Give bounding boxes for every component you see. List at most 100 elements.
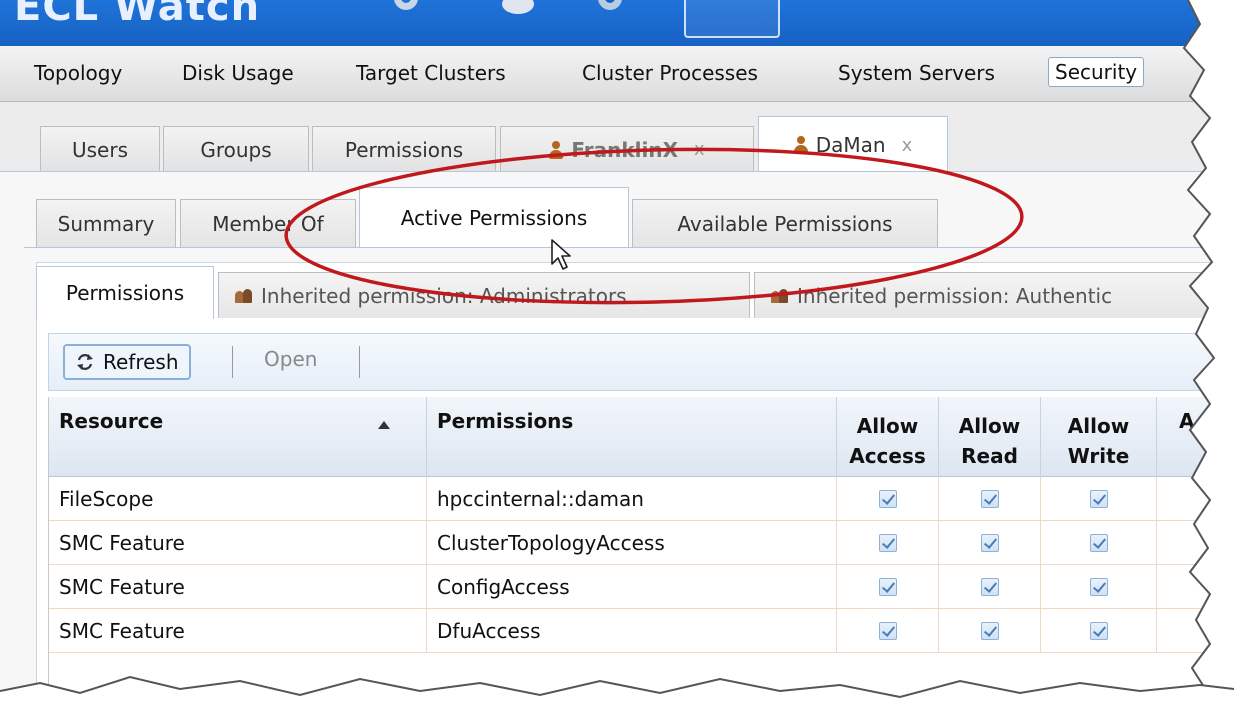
allow-write-checkbox[interactable] (1089, 490, 1108, 508)
tab-label: Groups (200, 137, 272, 162)
table-row[interactable]: SMC Feature DfuAccess (49, 609, 1234, 653)
database-icon[interactable] (498, 0, 538, 18)
grid-header: Resource Permissions Allow Access Allow … (49, 397, 1234, 477)
table-row[interactable]: SMC Feature ClusterTopologyAccess (49, 521, 1234, 565)
checkbox-cell (939, 609, 1041, 653)
checkbox-cell (1157, 521, 1234, 565)
tab-users[interactable]: Users (40, 126, 160, 172)
tab-label: Permissions (65, 281, 185, 305)
allow-read-checkbox[interactable] (980, 490, 999, 508)
menu-item-topology[interactable]: Topology (28, 59, 128, 87)
permissions-toolbar: Refresh Open (48, 333, 1234, 391)
menu-item-system-servers[interactable]: System Servers (832, 59, 1001, 87)
allow-write-checkbox[interactable] (1089, 578, 1108, 596)
tab-label: DaMan (815, 133, 886, 157)
tab-label: Inherited permission: Authentic (797, 283, 1113, 308)
allow-access-checkbox[interactable] (878, 534, 897, 552)
tab-groups[interactable]: Groups (163, 126, 309, 172)
tab-daman[interactable]: DaMan x (758, 116, 948, 173)
toolbar-separator (359, 346, 360, 378)
cell-resource: SMC Feature (49, 521, 427, 565)
allow-read-checkbox[interactable] (980, 578, 999, 596)
menu-item-cluster-processes[interactable]: Cluster Processes (576, 59, 764, 87)
allow-access-checkbox[interactable] (878, 490, 897, 508)
checkbox-cell (939, 477, 1041, 521)
checkbox-cell (1157, 609, 1234, 653)
toolbar-separator (232, 346, 233, 378)
allow-read-checkbox[interactable] (980, 534, 999, 552)
cell-resource: SMC Feature (49, 609, 427, 653)
column-header-resource[interactable]: Resource (49, 397, 427, 477)
checkbox-cell (837, 565, 939, 609)
checkbox-cell (1041, 565, 1157, 609)
app-window: ECL Watch Topology Disk Usage Target Clu… (0, 0, 1234, 703)
refresh-icon (77, 354, 93, 370)
tab-inherited-authenticated[interactable]: Inherited permission: Authentic (754, 272, 1234, 318)
checkbox-cell (1157, 565, 1234, 609)
close-icon[interactable]: x (902, 135, 913, 156)
column-header-allow-write[interactable]: Allow Write (1041, 397, 1157, 477)
allow-write-checkbox[interactable] (1089, 622, 1108, 640)
column-header-allow-read[interactable]: Allow Read (939, 397, 1041, 477)
tab-inherited-administrators[interactable]: Inherited permission: Administrators (218, 272, 750, 318)
mouse-cursor-icon (551, 239, 571, 270)
tab-permissions-own[interactable]: Permissions (36, 266, 214, 319)
cell-permission: DfuAccess (427, 609, 837, 653)
tab-label: Summary (57, 211, 155, 236)
gear-icon[interactable] (386, 0, 426, 18)
allow-access-checkbox[interactable] (878, 622, 897, 640)
allow-read-checkbox[interactable] (980, 622, 999, 640)
tab-label: Inherited permission: Administrators (261, 283, 627, 308)
tab-label: Users (71, 137, 128, 162)
checkbox-cell (939, 565, 1041, 609)
tab-franklinx[interactable]: FranklinX x (500, 126, 754, 172)
tab-label: Active Permissions (400, 206, 588, 230)
tab-member-of[interactable]: Member Of (180, 199, 356, 247)
user-icon (793, 136, 808, 154)
app-header: ECL Watch (0, 0, 1234, 46)
group-icon (771, 288, 789, 303)
allow-write-checkbox[interactable] (1089, 534, 1108, 552)
tab-available-permissions[interactable]: Available Permissions (632, 199, 938, 247)
user-icon (549, 140, 564, 159)
group-icon (235, 288, 253, 303)
column-header-allow-more[interactable]: A (1157, 397, 1234, 477)
checkbox-cell (1157, 477, 1234, 521)
refresh-button[interactable]: Refresh (63, 344, 191, 380)
tab-label: FranklinX (571, 137, 678, 162)
column-header-permissions[interactable]: Permissions (427, 397, 837, 477)
table-row[interactable]: FileScope hpccinternal::daman (49, 477, 1234, 521)
tab-summary[interactable]: Summary (36, 199, 176, 247)
menu-item-disk-usage[interactable]: Disk Usage (176, 59, 300, 87)
checkbox-cell (837, 609, 939, 653)
tab-active-permissions[interactable]: Active Permissions (359, 187, 629, 248)
monitor-icon[interactable] (684, 0, 780, 38)
close-icon[interactable]: x (694, 139, 705, 160)
tab-permissions[interactable]: Permissions (312, 126, 496, 172)
allow-access-checkbox[interactable] (878, 578, 897, 596)
checkbox-cell (837, 477, 939, 521)
gear-icon[interactable] (590, 0, 630, 18)
cell-resource: FileScope (49, 477, 427, 521)
tab-label: Available Permissions (677, 211, 893, 236)
divider (24, 247, 1234, 248)
table-row[interactable]: SMC Feature ConfigAccess (49, 565, 1234, 609)
cell-permission: hpccinternal::daman (427, 477, 837, 521)
checkbox-cell (1041, 477, 1157, 521)
tab-label: Permissions (344, 137, 464, 162)
security-tabs: Users Groups Permissions FranklinX x DaM… (0, 102, 1234, 173)
refresh-label: Refresh (103, 350, 179, 374)
checkbox-cell (1041, 521, 1157, 565)
menu-item-security[interactable]: Security (1048, 57, 1145, 87)
checkbox-cell (939, 521, 1041, 565)
app-title: ECL Watch (14, 0, 261, 30)
menu-item-target-clusters[interactable]: Target Clusters (350, 59, 512, 87)
checkbox-cell (1041, 609, 1157, 653)
main-menu: Topology Disk Usage Target Clusters Clus… (0, 46, 1234, 102)
column-header-allow-access[interactable]: Allow Access (837, 397, 939, 477)
cell-resource: SMC Feature (49, 565, 427, 609)
permissions-grid: Resource Permissions Allow Access Allow … (48, 397, 1234, 703)
sort-ascending-icon (378, 421, 390, 429)
open-button[interactable]: Open (264, 347, 317, 371)
cell-permission: ClusterTopologyAccess (427, 521, 837, 565)
